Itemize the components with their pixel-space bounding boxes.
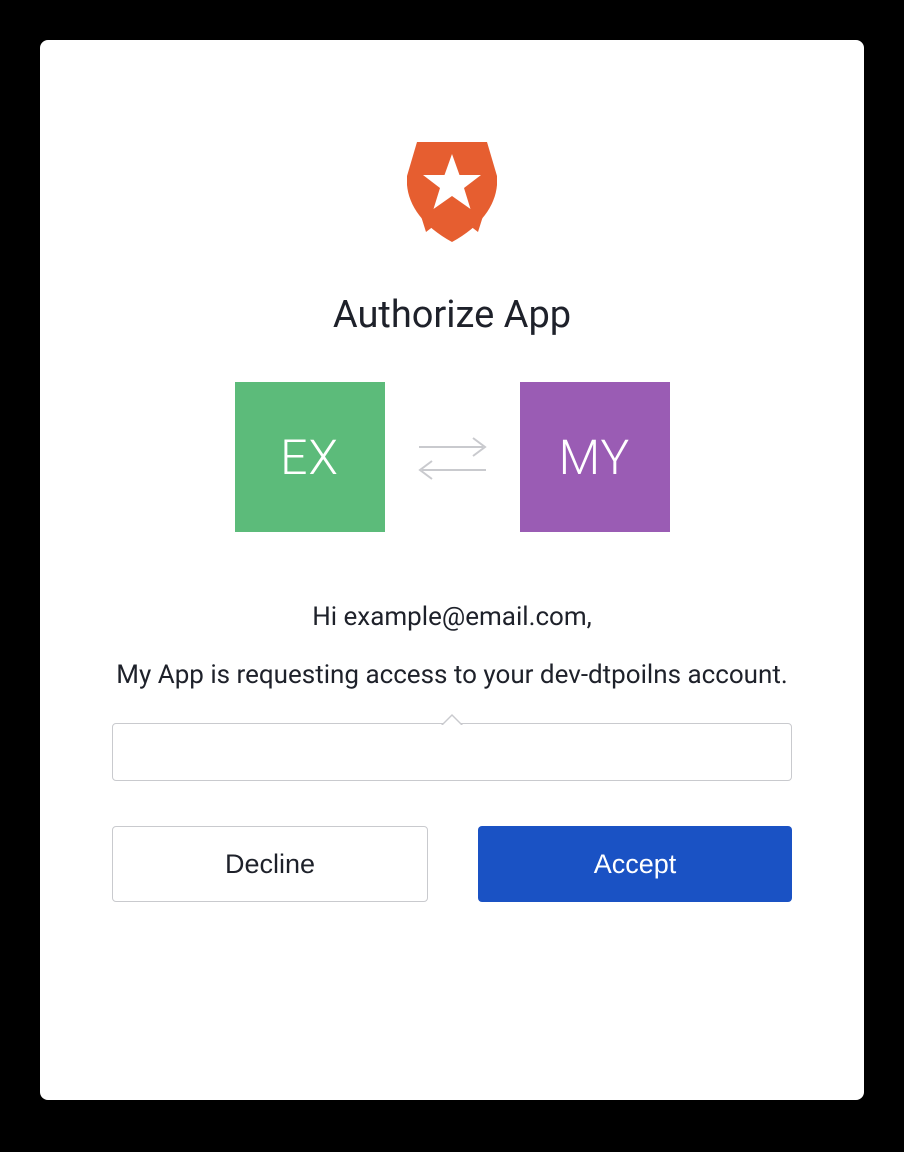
permissions-box (112, 723, 792, 781)
target-app-tile: MY (520, 382, 670, 532)
auth0-shield-icon (407, 140, 497, 248)
app-connection-row: EX MY (235, 382, 670, 532)
description-text: My App is requesting access to your dev-… (116, 656, 787, 695)
decline-button[interactable]: Decline (112, 826, 428, 902)
button-row: Decline Accept (112, 826, 792, 902)
accept-button[interactable]: Accept (478, 826, 792, 902)
target-app-label: MY (559, 429, 631, 486)
source-app-tile: EX (235, 382, 385, 532)
source-app-label: EX (280, 429, 339, 486)
exchange-arrows-icon (415, 432, 490, 482)
authorize-dialog: Authorize App EX MY Hi example@email.com… (40, 40, 864, 1100)
dialog-title: Authorize App (333, 293, 571, 337)
greeting-text: Hi example@email.com, (312, 602, 592, 632)
